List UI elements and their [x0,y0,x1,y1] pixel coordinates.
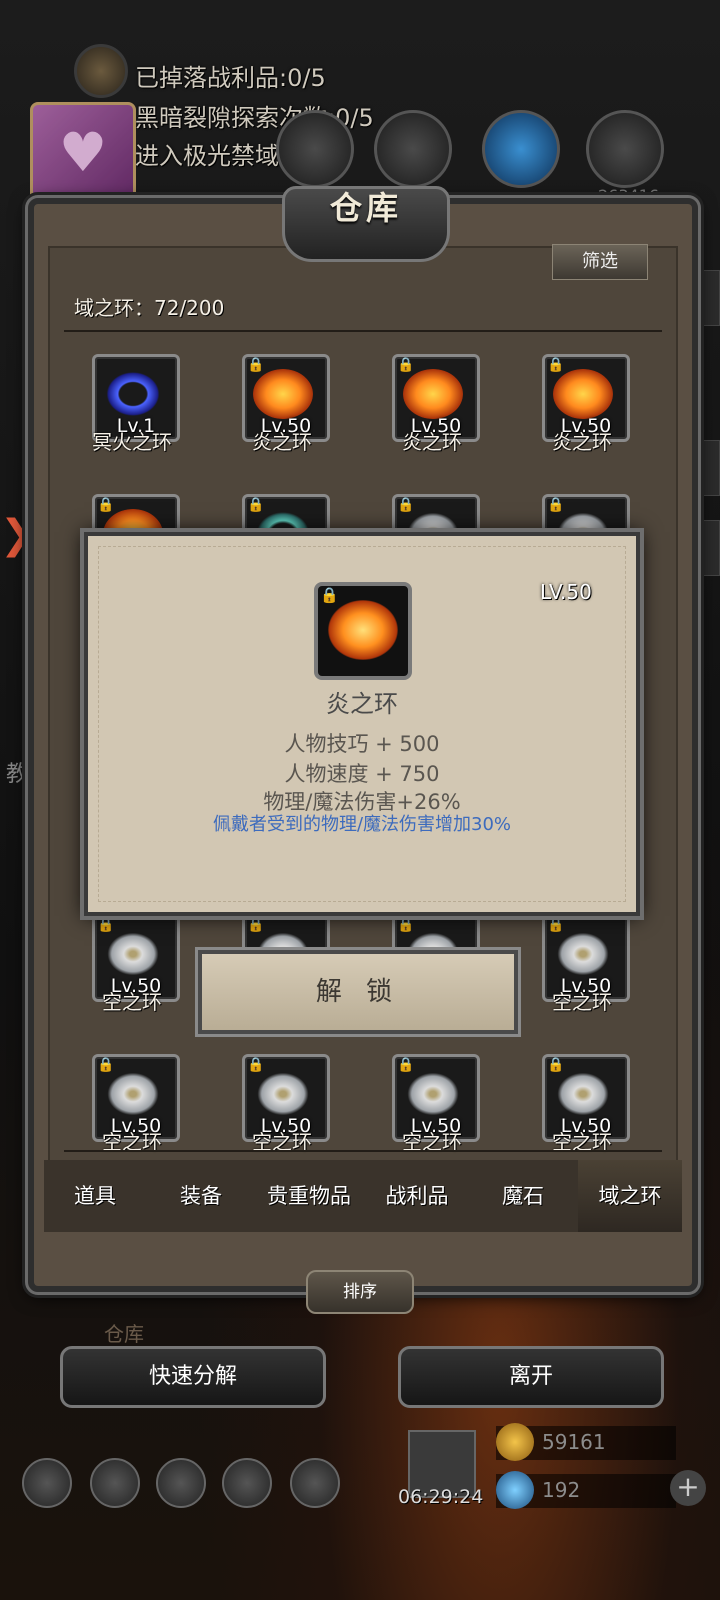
tab-valuables[interactable]: 贵重物品 [256,1160,362,1232]
lock-icon: 🔒 [547,357,565,373]
lock-icon: 🔒 [97,917,115,933]
sort-button[interactable]: 排序 [306,1270,414,1314]
fire-ring-icon [403,369,463,419]
gem-amount: 192 [542,1478,581,1502]
shop-icon[interactable] [290,1458,340,1508]
air-ring-icon [553,929,613,979]
stat-skill: 人物技巧 + 500 [284,732,440,756]
ring-name: 空之环 [102,990,162,1014]
crystal-icon[interactable] [482,110,560,188]
air-ring-icon [403,1069,463,1119]
fire-ring-icon [553,369,613,419]
mail-icon[interactable] [222,1458,272,1508]
ring-name: 空之环 [552,990,612,1014]
tab-loot[interactable]: 战利品 [366,1160,468,1232]
ring-name: 炎之环 [402,430,462,454]
leave-button[interactable]: 离开 [398,1346,664,1408]
emblem-icon[interactable] [90,1458,140,1508]
left-edge-char: 教 [6,762,29,787]
ring-name: 冥火之环 [92,430,172,454]
tab-magic-stone[interactable]: 魔石 [472,1160,574,1232]
category-tabs: 道具 装备 贵重物品 战利品 魔石 域之环 [44,1160,682,1232]
rank-icon[interactable] [156,1458,206,1508]
lock-icon: 🔒 [547,917,565,933]
lock-icon: 🔒 [547,1057,565,1073]
lock-icon: 🔒 [247,497,265,513]
lock-icon: 🔒 [397,357,415,373]
popup-item-icon: 🔒 [314,582,412,680]
item-detail-popup: 🔒 LV.50 炎之环 人物技巧 + 500 人物速度 + 750 物理/魔法伤… [84,532,640,916]
air-ring-icon [553,1069,613,1119]
air-ring-icon [103,1069,163,1119]
gold-coin-icon [496,1423,534,1461]
quick-decompose-button[interactable]: 快速分解 [60,1346,326,1408]
faint-warehouse-label: 仓库 [104,1322,144,1346]
lock-icon: 🔒 [547,497,565,513]
lock-icon: 🔒 [397,497,415,513]
popup-level: LV.50 [540,580,592,604]
ring-effect-text: 佩戴者受到的物理/魔法伤害增加30% [212,814,512,835]
lock-icon: 🔒 [247,1057,265,1073]
ring-name: 炎之环 [252,430,312,454]
lock-icon: 🔒 [397,1057,415,1073]
couple-portrait-icon[interactable]: ♥ [30,102,136,208]
scroll-icon [74,44,128,98]
stat-speed: 人物速度 + 750 [284,762,440,786]
gem-row: 192 [496,1471,676,1509]
gold-row: 59161 [496,1423,676,1461]
warehouse-title: 仓库 [329,189,402,227]
tab-domain-ring[interactable]: 域之环 [578,1160,682,1232]
hammer-icon[interactable] [586,110,664,188]
gem-icon [496,1471,534,1509]
lock-icon: 🔒 [247,917,265,933]
lock-icon: 🔒 [320,586,339,604]
tab-items[interactable]: 道具 [44,1160,146,1232]
divider-bottom [64,1150,662,1152]
panel-crest: 仓库 [282,186,450,262]
ring-name: 炎之环 [552,430,612,454]
filter-button[interactable]: 筛选 [552,244,648,280]
popup-item-name: 炎之环 [326,690,398,718]
enter-aurora-text: 进入极光禁域 [135,142,279,170]
ring-capacity: 域之环：72/200 [74,296,225,320]
anvil-icon[interactable] [374,110,452,188]
air-ring-icon [103,929,163,979]
loot-dropped-text: 已掉落战利品:0/5 [135,64,326,92]
lock-icon: 🔒 [247,357,265,373]
fire-ring-icon [328,600,398,660]
divider-top [64,330,662,332]
fire-ring-icon [253,369,313,419]
lock-icon: 🔒 [397,917,415,933]
add-currency-button[interactable]: + [670,1470,706,1506]
lock-icon: 🔒 [97,497,115,513]
gift-timer: 06:29:24 [398,1486,484,1508]
unlock-button[interactable]: 解 锁 [198,950,518,1034]
tab-equipment[interactable]: 装备 [150,1160,252,1232]
gold-amount: 59161 [542,1430,606,1454]
lock-icon: 🔒 [97,1057,115,1073]
dark-ring-icon [103,369,163,419]
menu-circle-icon[interactable] [276,110,354,188]
air-ring-icon [253,1069,313,1119]
settings-gear-icon[interactable] [22,1458,72,1508]
